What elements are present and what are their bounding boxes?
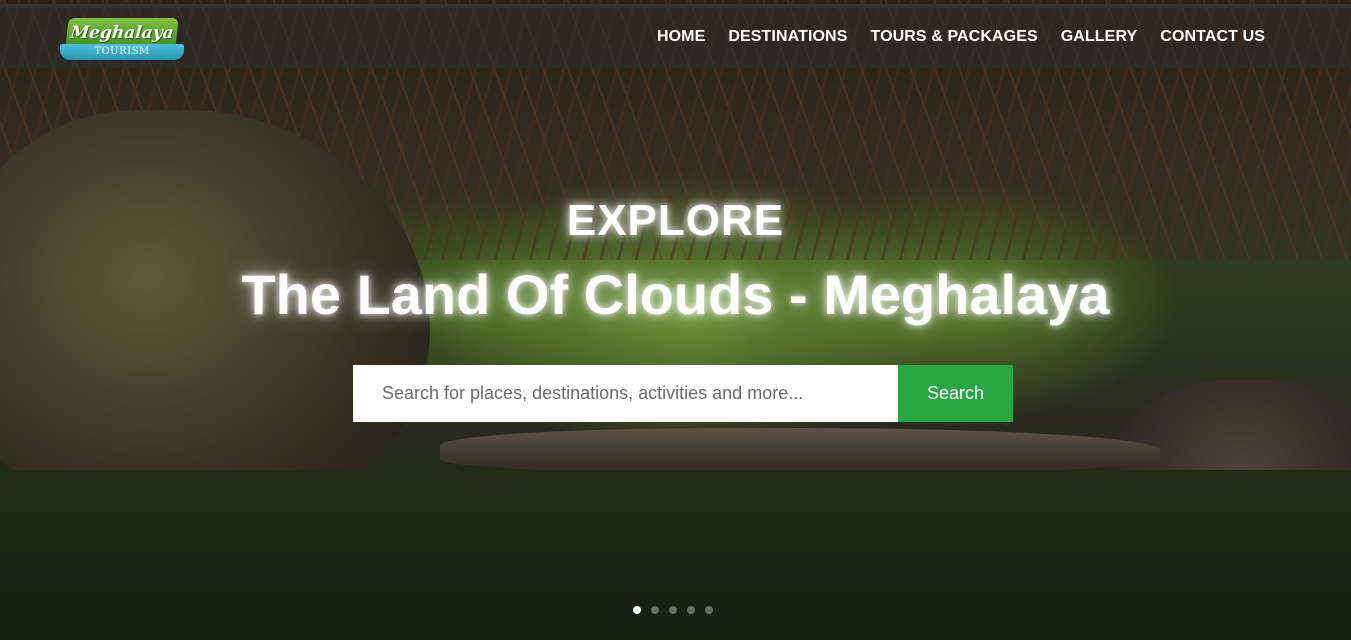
site-logo[interactable]: Meghalaya TOURISM — [60, 14, 184, 62]
main-nav: HOME DESTINATIONS TOURS & PACKAGES GALLE… — [657, 28, 1265, 46]
search-bar: Search — [353, 365, 1013, 422]
nav-tours-packages[interactable]: TOURS & PACKAGES — [870, 28, 1037, 46]
search-input[interactable] — [353, 365, 898, 422]
river-reflection — [0, 470, 1351, 640]
carousel-dot[interactable] — [687, 606, 695, 614]
carousel-dot[interactable] — [651, 606, 659, 614]
nav-home[interactable]: HOME — [657, 28, 705, 46]
river-rocks — [440, 428, 1160, 472]
carousel-dot[interactable] — [705, 606, 713, 614]
search-button[interactable]: Search — [898, 365, 1013, 422]
nav-destinations[interactable]: DESTINATIONS — [728, 28, 847, 46]
nav-gallery[interactable]: GALLERY — [1061, 28, 1138, 46]
nav-contact-us[interactable]: CONTACT US — [1160, 28, 1265, 46]
carousel-dot[interactable] — [669, 606, 677, 614]
hero-tagline: The Land Of Clouds - Meghalaya — [241, 263, 1110, 326]
carousel-dot[interactable] — [633, 606, 641, 614]
hero-explore-heading: EXPLORE — [566, 196, 785, 245]
carousel-indicators — [633, 606, 713, 614]
navbar: Meghalaya TOURISM HOME DESTINATIONS TOUR… — [0, 4, 1351, 68]
logo-subtitle: TOURISM — [60, 44, 184, 60]
